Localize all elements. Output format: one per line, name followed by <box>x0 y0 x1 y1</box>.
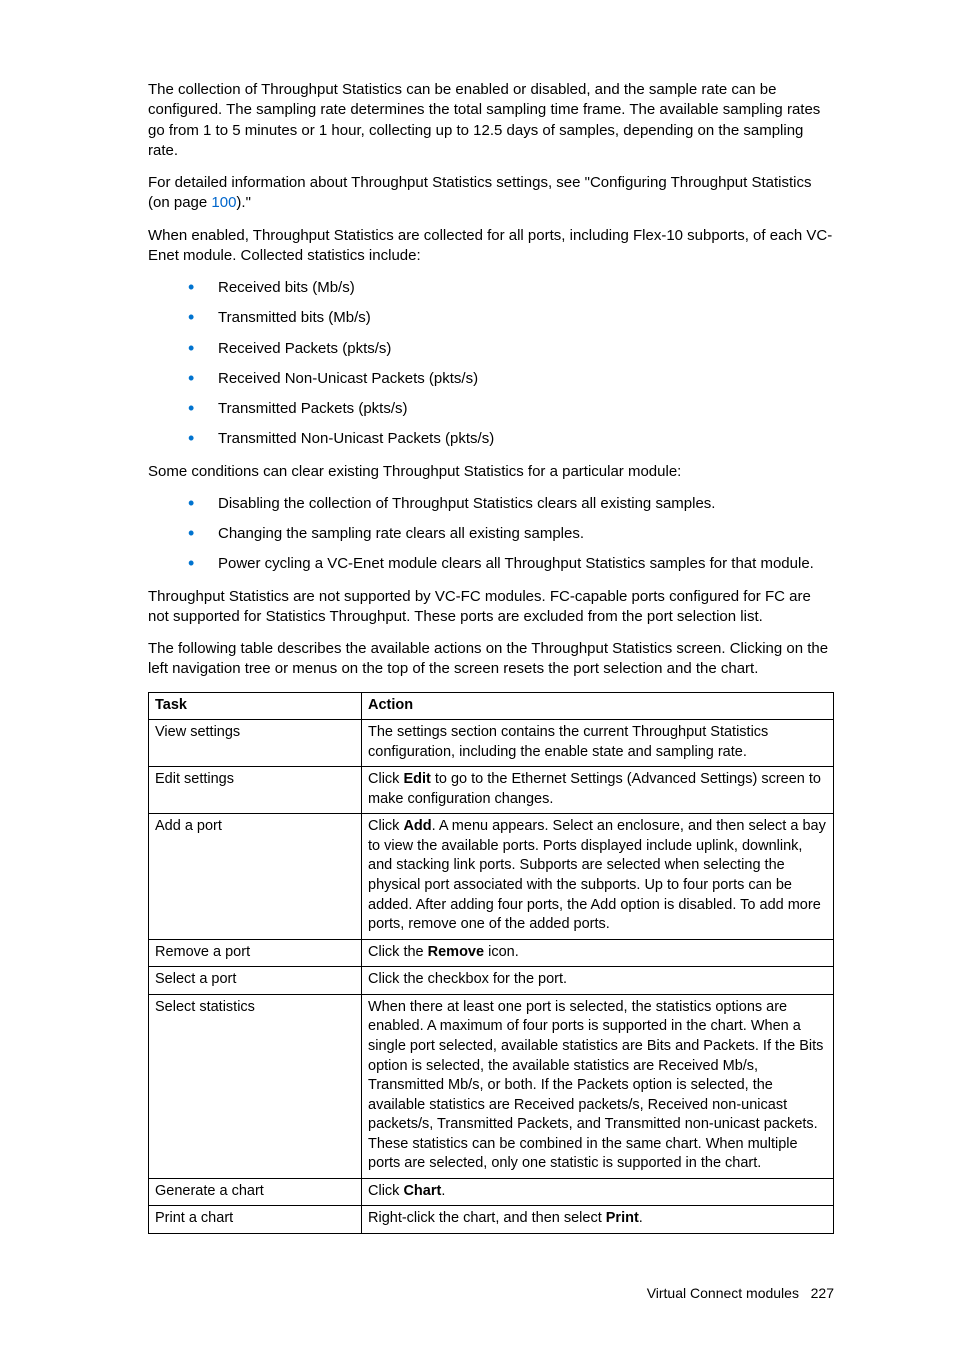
paragraph-conditions: Some conditions can clear existing Throu… <box>148 462 834 482</box>
action-cell: When there at least one port is selected… <box>362 994 834 1178</box>
page-link[interactable]: 100 <box>211 194 236 211</box>
task-cell: Add a port <box>149 814 362 939</box>
action-cell: Click the Remove icon. <box>362 939 834 967</box>
table-row: Remove a portClick the Remove icon. <box>149 939 834 967</box>
action-cell: The settings section contains the curren… <box>362 720 834 767</box>
table-row: Print a chartRight-click the chart, and … <box>149 1206 834 1234</box>
task-cell: View settings <box>149 720 362 767</box>
actions-table: Task Action View settingsThe settings se… <box>148 692 834 1235</box>
paragraph-table-intro: The following table describes the availa… <box>148 639 834 680</box>
list-item: Power cycling a VC-Enet module clears al… <box>148 554 834 574</box>
list-item: Changing the sampling rate clears all ex… <box>148 524 834 544</box>
bold-term: Edit <box>403 771 430 787</box>
footer-section: Virtual Connect modules <box>647 1285 799 1301</box>
action-cell: Click the checkbox for the port. <box>362 967 834 995</box>
paragraph-intro: The collection of Throughput Statistics … <box>148 80 834 161</box>
task-cell: Edit settings <box>149 767 362 814</box>
paragraph-unsupported: Throughput Statistics are not supported … <box>148 587 834 628</box>
action-cell: Click Chart. <box>362 1178 834 1206</box>
list-item: Disabling the collection of Throughput S… <box>148 494 834 514</box>
list-item: Transmitted bits (Mb/s) <box>148 308 834 328</box>
list-item: Transmitted Packets (pkts/s) <box>148 399 834 419</box>
conditions-list: Disabling the collection of Throughput S… <box>148 494 834 575</box>
list-item: Received bits (Mb/s) <box>148 278 834 298</box>
bold-term: Chart <box>403 1183 441 1199</box>
task-cell: Select a port <box>149 967 362 995</box>
list-item: Transmitted Non-Unicast Packets (pkts/s) <box>148 429 834 449</box>
bold-term: Add <box>403 818 431 834</box>
action-cell: Right-click the chart, and then select P… <box>362 1206 834 1234</box>
paragraph-enabled: When enabled, Throughput Statistics are … <box>148 226 834 267</box>
table-row: Select a portClick the checkbox for the … <box>149 967 834 995</box>
action-cell: Click Add. A menu appears. Select an enc… <box>362 814 834 939</box>
column-header-task: Task <box>149 692 362 720</box>
table-row: Edit settingsClick Edit to go to the Eth… <box>149 767 834 814</box>
table-row: Add a portClick Add. A menu appears. Sel… <box>149 814 834 939</box>
bold-term: Print <box>606 1210 639 1226</box>
table-row: Select statisticsWhen there at least one… <box>149 994 834 1178</box>
task-cell: Print a chart <box>149 1206 362 1234</box>
table-row: Generate a chartClick Chart. <box>149 1178 834 1206</box>
paragraph-see-also: For detailed information about Throughpu… <box>148 173 834 214</box>
list-item: Received Packets (pkts/s) <box>148 339 834 359</box>
stats-list: Received bits (Mb/s) Transmitted bits (Mb… <box>148 278 834 450</box>
task-cell: Generate a chart <box>149 1178 362 1206</box>
task-cell: Select statistics <box>149 994 362 1178</box>
text: )." <box>236 194 251 211</box>
table-row: View settingsThe settings section contai… <box>149 720 834 767</box>
task-cell: Remove a port <box>149 939 362 967</box>
page-footer: Virtual Connect modules 227 <box>148 1284 834 1303</box>
column-header-action: Action <box>362 692 834 720</box>
action-cell: Click Edit to go to the Ethernet Setting… <box>362 767 834 814</box>
list-item: Received Non-Unicast Packets (pkts/s) <box>148 369 834 389</box>
footer-page-number: 227 <box>811 1285 834 1301</box>
bold-term: Remove <box>428 944 484 960</box>
